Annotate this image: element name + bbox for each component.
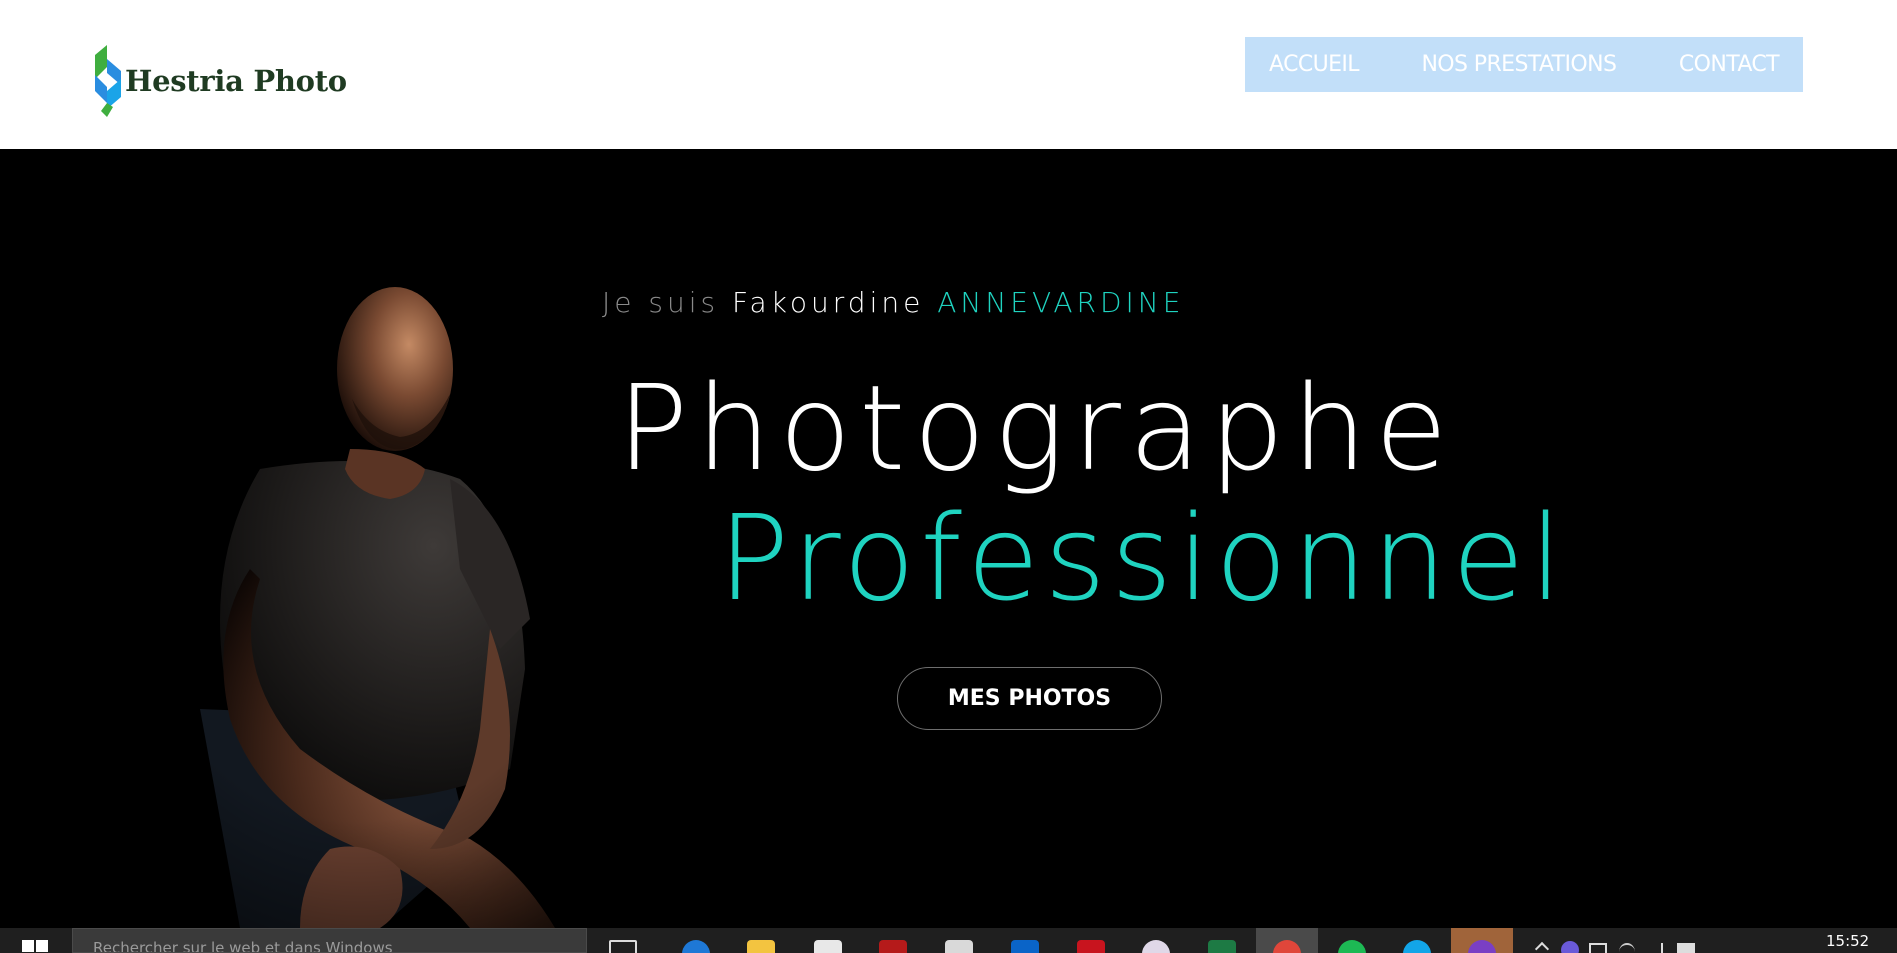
windows-start-icon[interactable] [22, 940, 48, 953]
excel-icon [1208, 940, 1236, 953]
windows-taskbar: Rechercher sur le web et dans Windows 15… [0, 928, 1897, 953]
taskbar-calculator[interactable] [928, 928, 990, 953]
skype-icon [1403, 940, 1431, 953]
taskbar-file-explorer[interactable] [730, 928, 792, 953]
spotify-icon [1338, 940, 1366, 953]
taskbar-skype[interactable] [1386, 928, 1448, 953]
scroll-gutter [1893, 0, 1897, 149]
paint-icon [1142, 940, 1170, 953]
taskbar-spotify[interactable] [1321, 928, 1383, 953]
tray-overflow-icon[interactable] [1534, 941, 1550, 953]
headline-photographe: Photographe [617, 359, 1456, 497]
store-icon [814, 940, 842, 953]
tray-volume-icon[interactable] [1647, 943, 1663, 953]
taskbar-search-input[interactable]: Rechercher sur le web et dans Windows [72, 928, 587, 953]
main-nav: ACCUEIL NOS PRESTATIONS CONTACT [1245, 37, 1803, 92]
taskbar-edge[interactable] [665, 928, 727, 953]
tray-notification-icon[interactable] [1677, 943, 1695, 953]
camera-app-icon [879, 940, 907, 953]
mes-photos-button[interactable]: MES PHOTOS [897, 667, 1162, 730]
intro-line: Je suis Fakourdine ANNEVARDINE [602, 286, 1184, 319]
tray-network-icon[interactable] [1589, 943, 1607, 953]
taskbar-task-view[interactable] [592, 928, 654, 953]
taskbar-visual-studio[interactable] [1451, 928, 1513, 953]
photographer-portrait [0, 149, 600, 928]
site-header: Hestria Photo ACCUEIL NOS PRESTATIONS CO… [0, 0, 1893, 149]
taskbar-outlook[interactable] [994, 928, 1056, 953]
visual-studio-icon [1468, 940, 1496, 953]
logo-text: Hestria Photo [125, 64, 347, 98]
system-tray [1525, 928, 1695, 953]
taskbar-store[interactable] [797, 928, 859, 953]
calculator-icon [945, 940, 973, 953]
taskbar-paint[interactable] [1125, 928, 1187, 953]
tray-app-icon[interactable] [1561, 941, 1579, 953]
nav-item-contact[interactable]: CONTACT [1679, 52, 1780, 77]
file-explorer-icon [747, 940, 775, 953]
intro-last-name: ANNEVARDINE [937, 286, 1185, 319]
task-view-icon [609, 940, 637, 953]
taskbar-flash[interactable] [1060, 928, 1122, 953]
headline-professionnel: Professionnel [718, 489, 1568, 627]
outlook-icon [1011, 940, 1039, 953]
site-logo[interactable]: Hestria Photo [93, 45, 347, 117]
nav-item-prestations[interactable]: NOS PRESTATIONS [1421, 52, 1616, 77]
intro-prefix: Je suis [602, 286, 720, 319]
page: Hestria Photo ACCUEIL NOS PRESTATIONS CO… [0, 0, 1897, 953]
logo-mark-icon [95, 45, 121, 117]
nav-item-accueil[interactable]: ACCUEIL [1269, 52, 1360, 77]
intro-first-name: Fakourdine [732, 286, 925, 319]
edge-icon [682, 940, 710, 953]
taskbar-excel[interactable] [1191, 928, 1253, 953]
taskbar-chrome[interactable] [1256, 928, 1318, 953]
hero-section: Je suis Fakourdine ANNEVARDINE Photograp… [0, 149, 1893, 928]
chrome-icon [1273, 940, 1301, 953]
tray-wifi-icon[interactable] [1619, 943, 1635, 953]
taskbar-camera-app[interactable] [862, 928, 924, 953]
flash-icon [1077, 940, 1105, 953]
taskbar-clock[interactable]: 15:52 [1826, 932, 1869, 950]
